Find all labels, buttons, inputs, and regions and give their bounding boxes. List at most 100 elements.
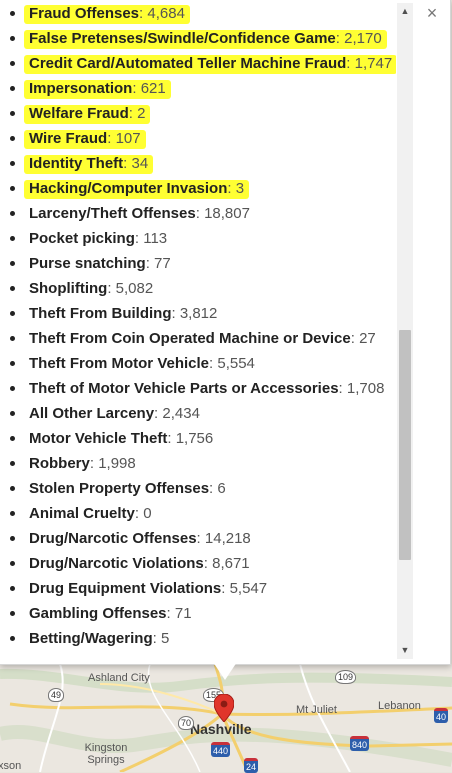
offense-list-item: Credit Card/Automated Teller Machine Fra… xyxy=(0,51,396,76)
info-window: Fraud Offenses: 4,684 False Pretenses/Swi… xyxy=(0,0,451,665)
offense-separator: : xyxy=(350,330,360,347)
offense-name: Robbery xyxy=(29,455,90,472)
interstate-shield-40: 40 xyxy=(434,708,449,723)
scroll-thumb[interactable] xyxy=(399,330,411,560)
offense-name: Wire Fraud xyxy=(29,130,108,147)
offense-item-text: Theft From Building: 3,812 xyxy=(29,305,217,322)
offense-name: Welfare Fraud xyxy=(29,105,129,122)
offense-name: Animal Cruelty xyxy=(29,505,135,522)
offense-list-item: Impersonation: 621 xyxy=(0,76,392,101)
offense-count: 2 xyxy=(137,105,146,122)
offense-list-item: False Pretenses/Swindle/Confidence Game:… xyxy=(0,26,392,51)
offense-item-text: Identity Theft: 34 xyxy=(29,155,148,172)
offense-name: Drug Equipment Violations xyxy=(29,580,222,597)
offense-separator: : xyxy=(167,430,176,447)
offense-item-text: Motor Vehicle Theft: 1,756 xyxy=(29,430,213,447)
offense-name: Fraud Offenses xyxy=(29,5,140,22)
offense-separator: : xyxy=(227,180,236,197)
offense-item-text: Credit Card/Automated Teller Machine Fra… xyxy=(29,55,392,72)
offense-count: 6 xyxy=(217,480,226,497)
scrollbar[interactable]: ▲ ▼ xyxy=(397,3,413,659)
offense-item-text: Purse snatching: 77 xyxy=(29,255,171,272)
offense-list-item: Theft From Coin Operated Machine or Devi… xyxy=(0,326,392,351)
offense-count: 27 xyxy=(359,330,376,347)
offense-name: All Other Larceny xyxy=(29,405,155,422)
offense-separator: : xyxy=(221,580,230,597)
offense-name: Shoplifting xyxy=(29,280,108,297)
offense-item-text: Shoplifting: 5,082 xyxy=(29,280,153,297)
offense-item-text: Pocket picking: 113 xyxy=(29,230,167,247)
offense-list-item: Theft From Motor Vehicle: 5,554 xyxy=(0,351,392,376)
offense-item-text: Drug/Narcotic Offenses: 14,218 xyxy=(29,530,251,547)
offense-item-text: All Other Larceny: 2,434 xyxy=(29,405,200,422)
offense-count: 5,554 xyxy=(217,355,255,372)
offense-count: 14,218 xyxy=(204,530,251,547)
offense-count: 77 xyxy=(154,255,171,272)
offense-count: 107 xyxy=(115,130,141,147)
map-pin-icon[interactable] xyxy=(214,694,234,722)
offense-separator: : xyxy=(134,230,144,247)
offense-separator: : xyxy=(128,105,138,122)
offense-separator: : xyxy=(346,55,355,72)
close-icon[interactable]: × xyxy=(421,2,443,24)
offense-name: Pocket picking xyxy=(29,230,135,247)
offense-list-item: Drug Equipment Violations: 5,547 xyxy=(0,576,392,601)
offense-name: Drug/Narcotic Violations xyxy=(29,555,204,572)
offense-item-text: Drug Equipment Violations: 5,547 xyxy=(29,580,267,597)
offense-item-text: Wire Fraud: 107 xyxy=(29,130,141,147)
offense-separator: : xyxy=(132,80,141,97)
offense-count: 18,807 xyxy=(204,205,250,222)
offense-count: 621 xyxy=(140,80,166,97)
offense-count: 4,684 xyxy=(147,5,185,22)
offense-item-text: Welfare Fraud: 2 xyxy=(29,105,145,122)
offense-list-item: Theft of Motor Vehicle Parts or Accessor… xyxy=(0,376,392,401)
interstate-shield-840: 840 xyxy=(350,736,370,751)
offense-name: Motor Vehicle Theft xyxy=(29,430,168,447)
offense-list-item: Wire Fraud: 107 xyxy=(0,126,392,151)
route-shield-70: 70 xyxy=(178,716,195,730)
offense-count: 1,998 xyxy=(98,455,136,472)
offense-list-item: Theft From Building: 3,812 xyxy=(0,301,392,326)
offense-count: 1,756 xyxy=(175,430,214,447)
offense-name: Credit Card/Automated Teller Machine Fra… xyxy=(29,55,347,72)
offense-name: Theft From Coin Operated Machine or Devi… xyxy=(29,330,351,347)
offense-name: Impersonation xyxy=(29,80,133,97)
offense-name: Larceny/Theft Offenses xyxy=(29,205,196,222)
offense-list-item: Animal Cruelty: 0 xyxy=(0,501,392,526)
offense-name: Drug/Narcotic Offenses xyxy=(29,530,197,547)
offense-item-text: Drug/Narcotic Violations: 8,671 xyxy=(29,555,250,572)
offense-list-item: All Other Larceny: 2,434 xyxy=(0,401,392,426)
scroll-down-arrow-icon[interactable]: ▼ xyxy=(397,642,413,659)
scroll-up-arrow-icon[interactable]: ▲ xyxy=(397,3,413,20)
offense-separator: : xyxy=(123,155,132,172)
offense-separator: : xyxy=(152,630,161,647)
offense-list: Fraud Offenses: 4,684 False Pretenses/Swi… xyxy=(0,1,396,651)
offense-item-text: Betting/Wagering: 5 xyxy=(29,630,169,647)
offense-count: 1,708 xyxy=(346,380,385,397)
offense-item-text: Theft of Motor Vehicle Parts or Accessor… xyxy=(29,380,384,397)
offense-list-item: Drug/Narcotic Violations: 8,671 xyxy=(0,551,392,576)
map-label-nashville: Nashville xyxy=(190,721,252,737)
interstate-shield-440: 440 xyxy=(211,742,231,757)
offense-list-item: Larceny/Theft Offenses: 18,807 xyxy=(0,201,392,226)
offense-count: 0 xyxy=(143,505,152,522)
offense-count: 5,547 xyxy=(229,580,268,597)
offense-name: Gambling Offenses xyxy=(29,605,167,622)
offense-separator: : xyxy=(134,505,144,522)
offense-item-text: Animal Cruelty: 0 xyxy=(29,505,152,522)
offense-list-item: Robbery: 1,998 xyxy=(0,451,392,476)
offense-item-text: Robbery: 1,998 xyxy=(29,455,136,472)
offense-item-text: Larceny/Theft Offenses: 18,807 xyxy=(29,205,250,222)
offense-list-viewport[interactable]: Fraud Offenses: 4,684 False Pretenses/Swi… xyxy=(0,0,396,660)
offense-list-item: Betting/Wagering: 5 xyxy=(0,626,392,651)
offense-list-item: Motor Vehicle Theft: 1,756 xyxy=(0,426,392,451)
route-shield-109: 109 xyxy=(335,670,357,684)
offense-item-text: Fraud Offenses: 4,684 xyxy=(29,5,185,22)
offense-item-text: Stolen Property Offenses: 6 xyxy=(29,480,226,497)
offense-name: Hacking/Computer Invasion xyxy=(29,180,228,197)
offense-count: 3 xyxy=(235,180,245,197)
offense-separator: : xyxy=(171,305,180,322)
offense-count: 3,812 xyxy=(179,305,218,322)
offense-count: 8,671 xyxy=(212,555,250,572)
offense-separator: : xyxy=(196,530,205,547)
